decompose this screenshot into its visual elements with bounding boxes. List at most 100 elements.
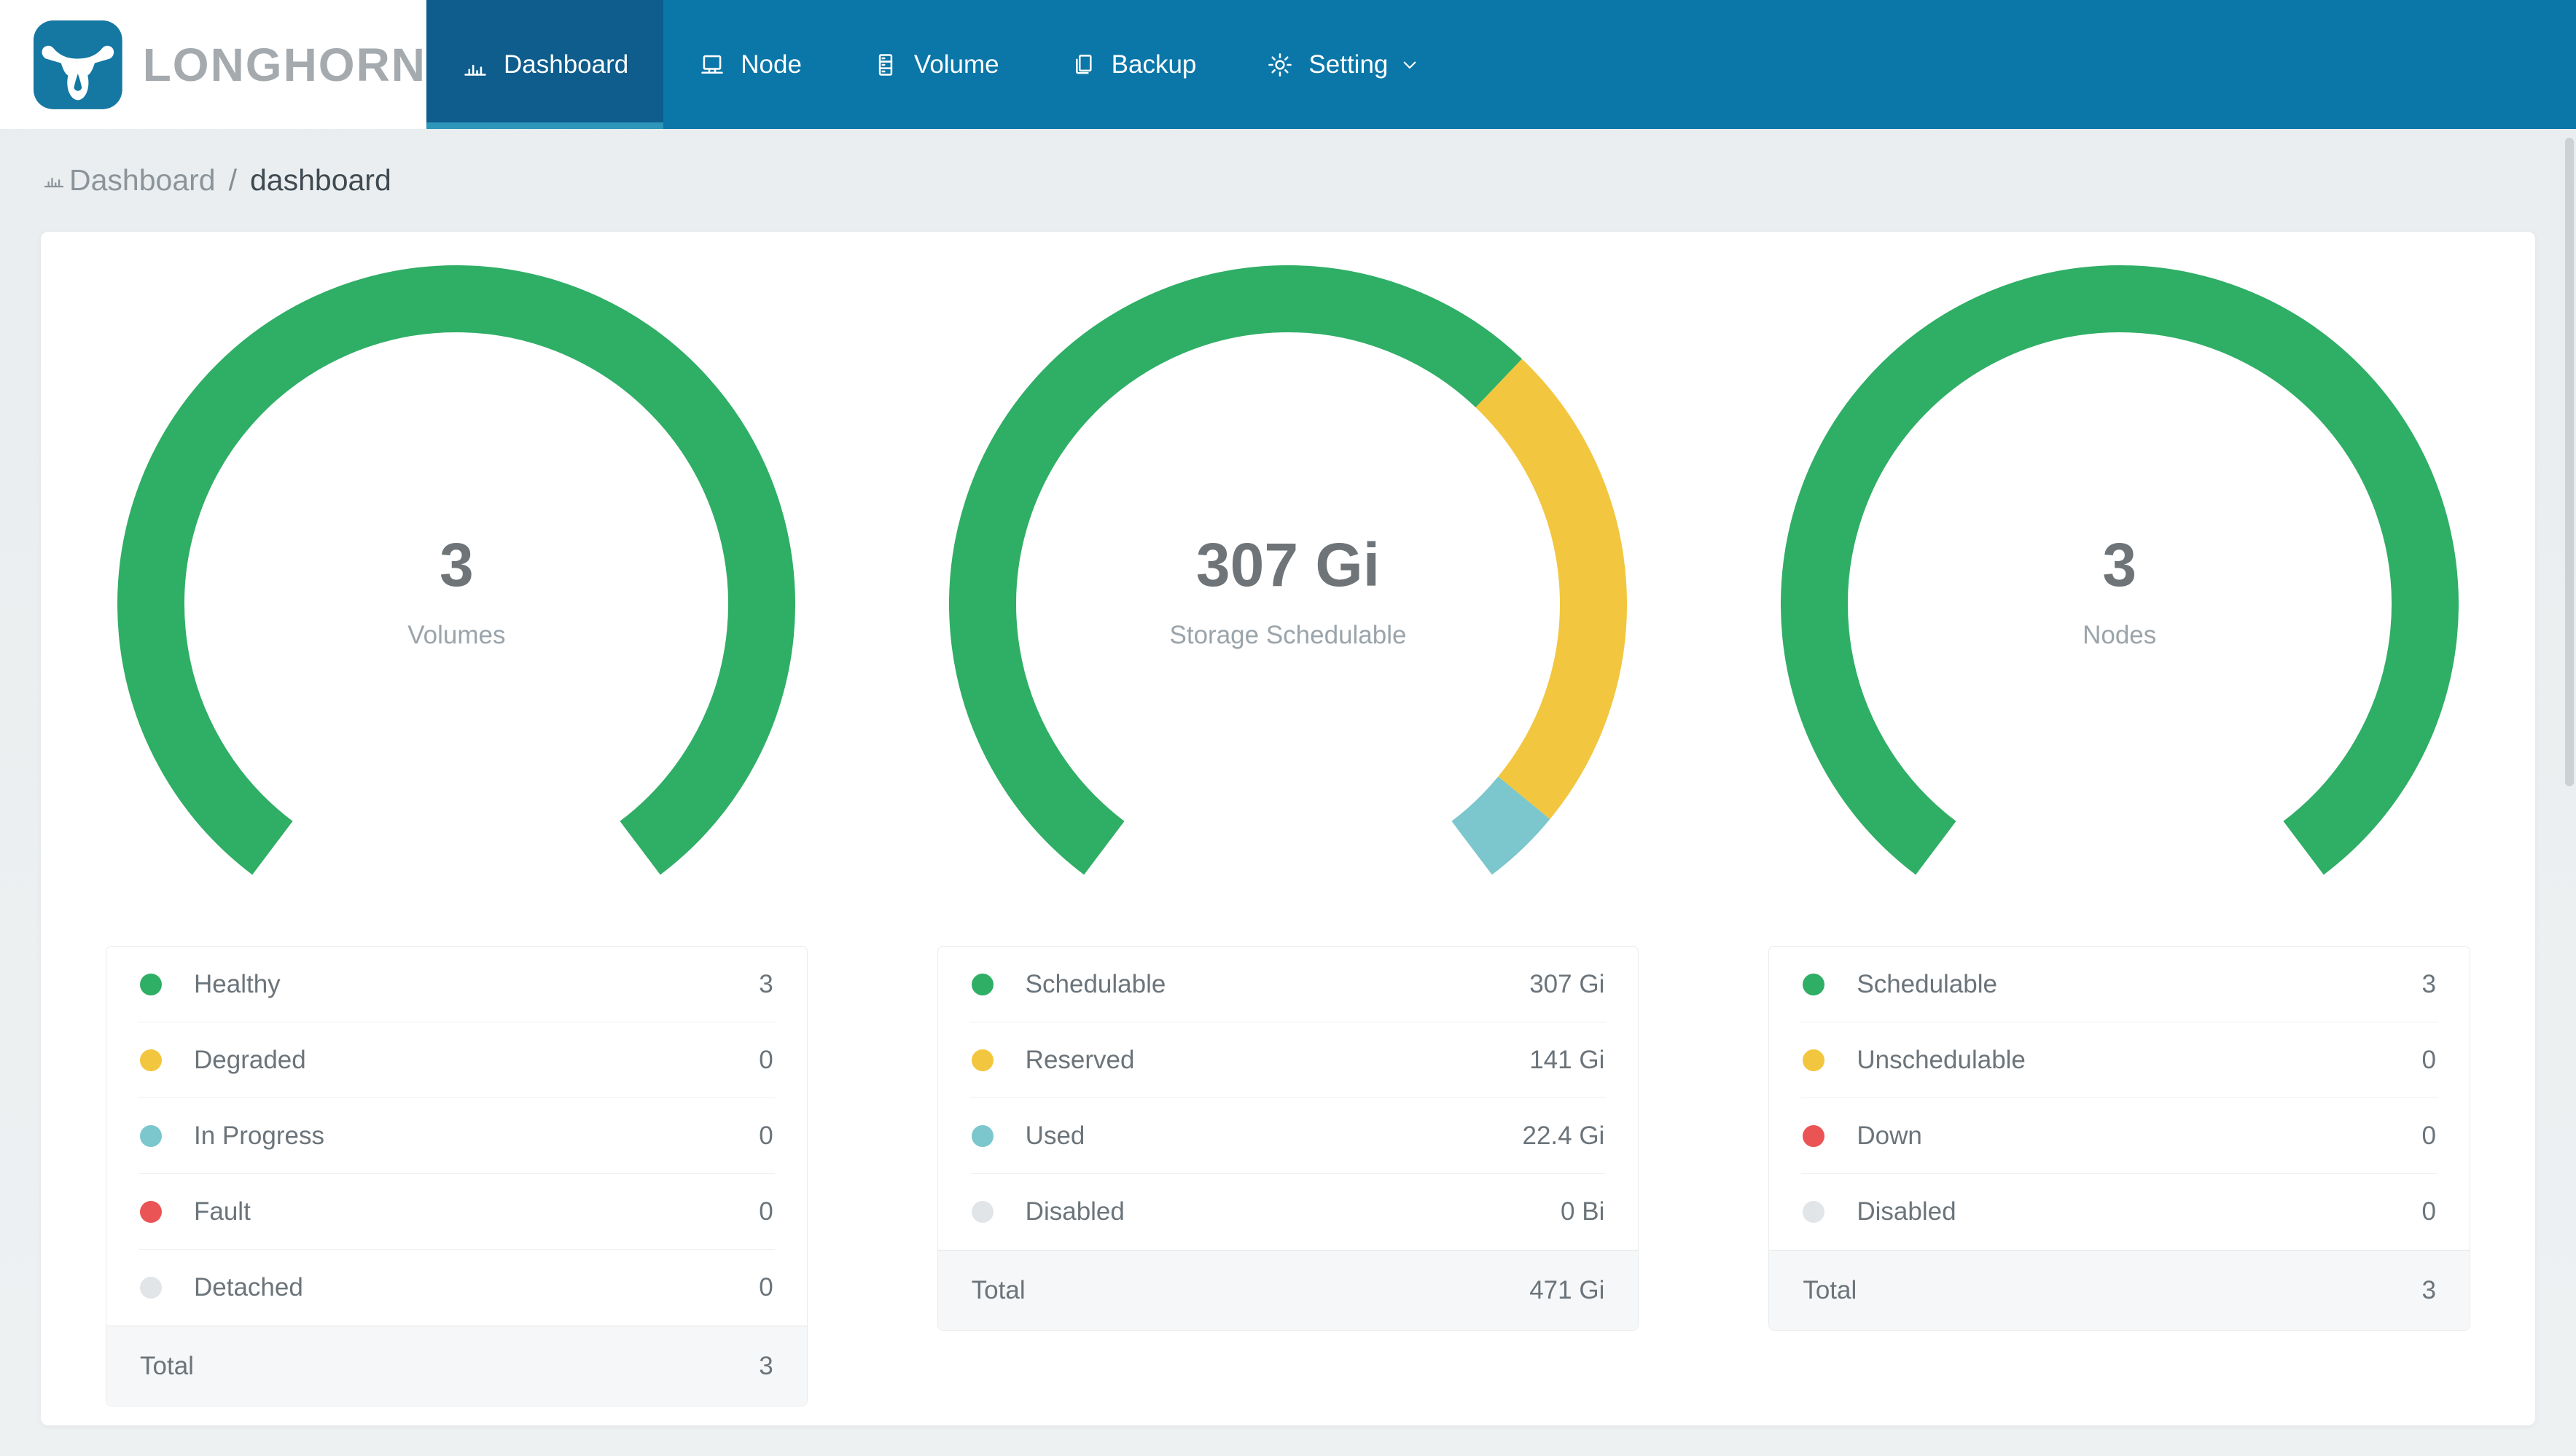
breadcrumb-dashboard-link[interactable]: Dashboard bbox=[42, 163, 216, 197]
gauge-segment-reserved bbox=[1475, 359, 1627, 819]
total-value: 3 bbox=[759, 1351, 773, 1380]
legend-value: 0 Bi bbox=[1561, 1197, 1605, 1226]
legend-label: Used bbox=[1025, 1122, 1085, 1150]
copy-icon bbox=[1075, 54, 1092, 74]
legend-value: 0 bbox=[759, 1046, 773, 1074]
legend-row-used: Used 22.4 Gi bbox=[938, 1098, 1639, 1174]
logo-text: LONGHORN bbox=[142, 38, 426, 91]
gauge-panel-storage-schedulable: 307 Gi Storage Schedulable Schedulable 30… bbox=[873, 265, 1704, 1406]
legend-value: 3 bbox=[759, 970, 773, 998]
legend-row-in-progress: In Progress 0 bbox=[106, 1098, 807, 1174]
legend-label: Detached bbox=[194, 1273, 303, 1302]
main-nav: Dashboard Node Volume Backup Setting bbox=[426, 0, 1456, 129]
legend-dot-disabled bbox=[1803, 1201, 1825, 1223]
legend-value: 0 bbox=[2421, 1122, 2437, 1150]
nav-item-label: Node bbox=[741, 50, 802, 79]
gauge-segment-schedulable bbox=[949, 265, 1522, 875]
legend-dot-unschedulable bbox=[1803, 1049, 1825, 1071]
nav-item-label: Dashboard bbox=[504, 50, 629, 79]
legend-total-row: Total 471 Gi bbox=[937, 1250, 1639, 1330]
gauge-chart-nodes: 3 Nodes bbox=[1780, 265, 2459, 943]
gauge-chart-volumes: 3 Volumes bbox=[117, 265, 796, 943]
legend-label: Disabled bbox=[1857, 1197, 1956, 1226]
legend-row-disabled: Disabled 0 bbox=[1769, 1174, 2470, 1250]
gauge-panel-nodes: 3 Nodes Schedulable 3 Unschedulable 0 Down 0 D… bbox=[1703, 265, 2535, 1406]
gauge-arc bbox=[117, 265, 796, 875]
legend-label: Reserved bbox=[1025, 1046, 1135, 1074]
legend-label: Down bbox=[1857, 1122, 1922, 1150]
legend-row-schedulable: Schedulable 307 Gi bbox=[938, 947, 1639, 1022]
legend-label: Schedulable bbox=[1025, 970, 1166, 998]
legend-row-degraded: Degraded 0 bbox=[106, 1022, 807, 1098]
total-value: 471 Gi bbox=[1529, 1275, 1605, 1304]
legend-row-unschedulable: Unschedulable 0 bbox=[1769, 1022, 2470, 1098]
total-label: Total bbox=[971, 1275, 1026, 1304]
legend-row-fault: Fault 0 bbox=[106, 1174, 807, 1250]
breadcrumb-chart-icon-slot bbox=[42, 163, 66, 197]
legend-total-row: Total 3 bbox=[1769, 1250, 2470, 1330]
nav-item-label: Volume bbox=[913, 50, 999, 79]
legend-label: Disabled bbox=[1025, 1197, 1125, 1226]
legend-label: Fault bbox=[194, 1197, 251, 1226]
gear-icon bbox=[1268, 52, 1292, 77]
setting-caret bbox=[1398, 53, 1421, 77]
chevron-down-icon bbox=[1403, 61, 1416, 69]
legend-dot-detached bbox=[140, 1277, 162, 1299]
total-label: Total bbox=[140, 1351, 194, 1380]
legend-row-reserved: Reserved 141 Gi bbox=[938, 1022, 1639, 1098]
nav-item-node[interactable]: Node bbox=[663, 0, 837, 129]
bar-chart-icon bbox=[464, 64, 486, 76]
gauge-segment-healthy bbox=[117, 265, 796, 875]
legend-table-nodes: Schedulable 3 Unschedulable 0 Down 0 Disabled 0… bbox=[1768, 946, 2471, 1331]
vertical-scrollbar-thumb[interactable] bbox=[2565, 138, 2574, 786]
legend-row-down: Down 0 bbox=[1769, 1098, 2470, 1174]
legend-dot-disabled bbox=[971, 1201, 994, 1223]
longhorn-bull-icon bbox=[34, 20, 122, 109]
legend-dot-fault bbox=[140, 1201, 162, 1223]
breadcrumb: Dashboard / dashboard bbox=[0, 129, 2576, 232]
gauge-arc bbox=[949, 265, 1627, 875]
legend-value: 307 Gi bbox=[1529, 970, 1605, 998]
legend-value: 0 bbox=[759, 1197, 773, 1226]
legend-value: 0 bbox=[2421, 1197, 2437, 1226]
nav-item-setting[interactable]: Setting bbox=[1231, 0, 1456, 129]
legend-dot-reserved bbox=[971, 1049, 994, 1071]
legend-value: 0 bbox=[2421, 1046, 2437, 1074]
legend-value: 141 Gi bbox=[1529, 1046, 1605, 1074]
legend-dot-down bbox=[1803, 1125, 1825, 1147]
nav-item-label: Backup bbox=[1111, 50, 1197, 79]
legend-label: In Progress bbox=[194, 1122, 324, 1150]
legend-value: 3 bbox=[2421, 970, 2437, 998]
legend-table-volumes: Healthy 3 Degraded 0 In Progress 0 Fault 0 Detac… bbox=[106, 946, 808, 1406]
nav-item-dashboard[interactable]: Dashboard bbox=[426, 0, 664, 129]
gauge-segment-used bbox=[1451, 776, 1550, 875]
legend-dot-used bbox=[971, 1125, 994, 1147]
legend-label: Unschedulable bbox=[1857, 1046, 2026, 1074]
legend-dot-schedulable bbox=[971, 974, 994, 995]
legend-dot-degraded bbox=[140, 1049, 162, 1071]
gauge-segment-schedulable bbox=[1780, 265, 2459, 875]
database-icon bbox=[878, 53, 893, 76]
legend-total-row: Total 3 bbox=[106, 1326, 807, 1406]
nav-item-volume[interactable]: Volume bbox=[837, 0, 1034, 129]
legend-label: Healthy bbox=[194, 970, 281, 998]
gauges-row: 3 Volumes Healthy 3 Degraded 0 In Progress 0 F… bbox=[41, 232, 2535, 1406]
laptop-icon bbox=[701, 55, 723, 74]
legend-value: 0 bbox=[759, 1122, 773, 1150]
total-value: 3 bbox=[2421, 1275, 2437, 1304]
legend-dot-in-progress bbox=[140, 1125, 162, 1147]
legend-row-healthy: Healthy 3 bbox=[106, 947, 807, 1022]
legend-table-storage-schedulable: Schedulable 307 Gi Reserved 141 Gi Used 22.4 … bbox=[937, 946, 1639, 1331]
gauge-arc bbox=[1780, 265, 2459, 875]
gauge-chart-storage-schedulable: 307 Gi Storage Schedulable bbox=[949, 265, 1627, 943]
dashboard-card: 3 Volumes Healthy 3 Degraded 0 In Progress 0 F… bbox=[41, 232, 2535, 1425]
legend-value: 0 bbox=[759, 1273, 773, 1302]
logo: LONGHORN bbox=[0, 0, 426, 129]
legend-row-detached: Detached 0 bbox=[106, 1250, 807, 1326]
gauge-panel-volumes: 3 Volumes Healthy 3 Degraded 0 In Progress 0 F… bbox=[41, 265, 873, 1406]
bar-chart-icon bbox=[44, 177, 64, 188]
nav-item-backup[interactable]: Backup bbox=[1034, 0, 1232, 129]
legend-row-schedulable: Schedulable 3 bbox=[1769, 947, 2470, 1022]
nav-item-label: Setting bbox=[1308, 50, 1389, 79]
legend-label: Degraded bbox=[194, 1046, 306, 1074]
